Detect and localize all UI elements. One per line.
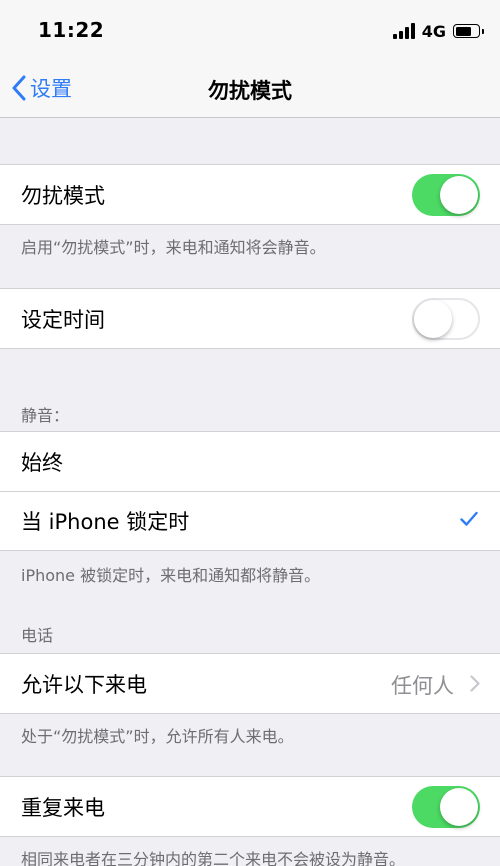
signal-icon <box>392 23 415 39</box>
dnd-toggle[interactable] <box>412 174 480 216</box>
silence-option-label: 始终 <box>21 450 63 475</box>
silence-option-locked[interactable]: 当 iPhone 锁定时 <box>0 491 500 550</box>
scheduled-toggle[interactable] <box>412 298 480 340</box>
dnd-settings-screen: 11:22 4G 设置 勿扰模式 勿扰模式 启用“勿扰模式”时，来电和通知将会静… <box>0 0 500 866</box>
chevron-right-icon <box>470 675 480 692</box>
repeated-calls-group: 重复来电 <box>0 776 500 837</box>
phone-footnote: 处于“勿扰模式”时，允许所有人来电。 <box>21 727 294 746</box>
silence-group: 始终 当 iPhone 锁定时 <box>0 431 500 551</box>
checkmark-icon <box>460 511 478 526</box>
dnd-group: 勿扰模式 <box>0 164 500 225</box>
silence-section-header: 静音： <box>21 406 70 425</box>
allow-calls-row[interactable]: 允许以下来电 任何人 <box>0 654 500 713</box>
status-time: 11:22 <box>38 18 105 42</box>
battery-icon <box>453 24 484 38</box>
navigation-bar: 设置 勿扰模式 <box>0 60 500 118</box>
scheduled-group: 设定时间 <box>0 288 500 349</box>
repeated-calls-footnote: 相同来电者在三分钟内的第二个来电不会被设为静音。 <box>21 850 406 866</box>
repeated-calls-toggle[interactable] <box>412 786 480 828</box>
silence-option-always[interactable]: 始终 <box>0 432 500 491</box>
dnd-row: 勿扰模式 <box>0 165 500 224</box>
repeated-calls-row: 重复来电 <box>0 777 500 836</box>
status-bar: 11:22 4G <box>0 0 500 60</box>
status-indicators: 4G <box>392 20 484 42</box>
silence-footnote: iPhone 被锁定时，来电和通知都将静音。 <box>21 566 321 585</box>
scheduled-row: 设定时间 <box>0 289 500 348</box>
phone-section-header: 电话 <box>21 626 54 645</box>
page-title: 勿扰模式 <box>208 79 292 103</box>
dnd-footnote: 启用“勿扰模式”时，来电和通知将会静音。 <box>21 238 326 257</box>
network-type: 4G <box>421 21 446 41</box>
allow-calls-value: 任何人 <box>391 674 454 698</box>
silence-option-label: 当 iPhone 锁定时 <box>21 509 190 534</box>
phone-group: 允许以下来电 任何人 <box>0 653 500 714</box>
